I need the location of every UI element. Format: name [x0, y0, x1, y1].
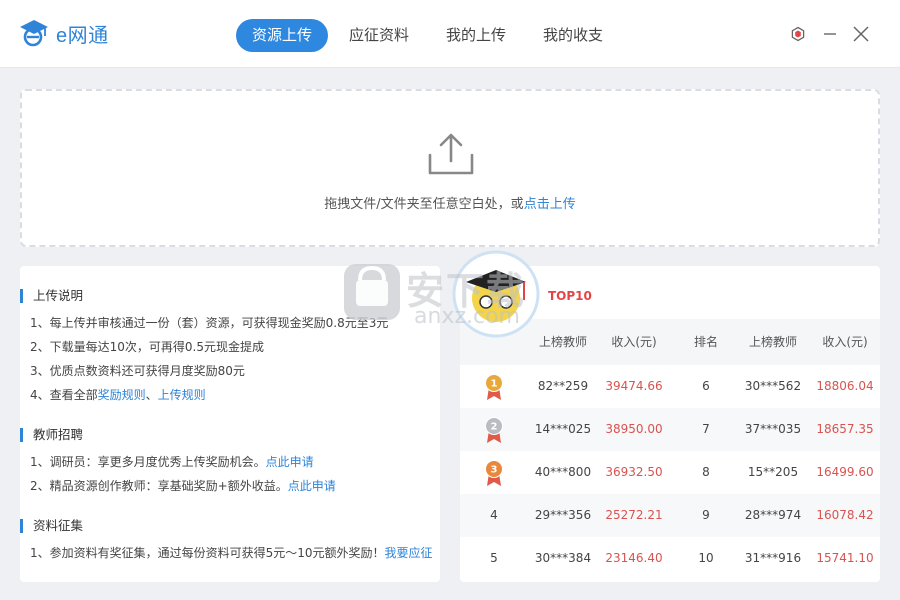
section-title: 资料征集 [20, 519, 83, 533]
info-text: 1、每上传并审核通过一份（套）资源，可获得现金奖励0.8元至3元 [30, 316, 389, 330]
income-cell: 36932.50 [605, 465, 663, 479]
info-line: 4、查看全部奖励规则、上传规则 [30, 386, 206, 403]
click-upload-link[interactable]: 点击上传 [524, 197, 576, 212]
minimize-icon[interactable] [820, 24, 840, 44]
income-cell: 15741.10 [816, 551, 874, 565]
info-text: 4、查看全部 [30, 388, 98, 402]
upload-hint-text: 拖拽文件/文件夹至任意空白处，或 [324, 197, 524, 212]
tab-4[interactable]: 我的收支 [527, 19, 619, 52]
info-link[interactable]: 点此申请 [266, 455, 314, 469]
info-text: 1、参加资料有奖征集，通过每份资料可获得5元～10元额外奖励！ [30, 546, 385, 560]
upload-hint: 拖拽文件/文件夹至任意空白处，或点击上传 [22, 193, 878, 212]
rank-number: 10 [698, 551, 714, 565]
link-separator: 、 [145, 388, 158, 402]
tab-1[interactable]: 资源上传 [236, 19, 329, 52]
ranking-row: 2 14***025 38950.00 7 37***035 18657.35 [460, 408, 880, 451]
section-title: 上传说明 [20, 289, 83, 303]
section-title: 教师招聘 [20, 428, 83, 442]
ranking-row: 5 30***384 23146.40 10 31***916 15741.10 [460, 537, 880, 580]
teacher-cell: 29***356 [534, 508, 592, 522]
teacher-cell: 31***916 [744, 551, 802, 565]
info-text: 3、优质点数资料还可获得月度奖励80元 [30, 364, 245, 378]
income-cell: 18657.35 [816, 422, 874, 436]
rank-number: 4 [490, 508, 498, 522]
teacher-cell: 82**259 [537, 379, 589, 393]
ranking-row: 1 82**259 39474.66 6 30***562 18806.04 [460, 365, 880, 408]
watermark-sub: anxz.com [414, 304, 520, 329]
app-name: e网通 [56, 24, 109, 47]
tab-2[interactable]: 应征资料 [333, 19, 425, 52]
upload-icon [426, 131, 476, 177]
medal-icon: 2 [484, 416, 504, 444]
income-cell: 18806.04 [816, 379, 874, 393]
income-cell: 16499.60 [816, 465, 874, 479]
info-line: 3、优质点数资料还可获得月度奖励80元 [30, 362, 245, 379]
svg-text:2: 2 [491, 422, 498, 433]
header-rank: 排名 [693, 335, 718, 349]
income-cell: 38950.00 [605, 422, 663, 436]
income-cell: 25272.21 [605, 508, 663, 522]
teacher-cell: 30***384 [534, 551, 592, 565]
info-text: 2、下载量每达10次，可再得0.5元现金提成 [30, 340, 264, 354]
title-bar: e网通 资源上传 应征资料 我的上传 我的收支 [0, 0, 900, 68]
hexagon-icon[interactable] [788, 24, 808, 44]
rank-number: 8 [702, 465, 710, 479]
info-line: 1、每上传并审核通过一份（套）资源，可获得现金奖励0.8元至3元 [30, 314, 388, 331]
upload-drop-zone[interactable]: 拖拽文件/文件夹至任意空白处，或点击上传 [20, 89, 880, 247]
income-cell: 39474.66 [605, 379, 663, 393]
info-text: 2、精品资源创作教师：享基础奖励+额外收益。 [30, 479, 288, 493]
ranking-row: 4 29***356 25272.21 9 28***974 16078.42 [460, 494, 880, 537]
info-line: 1、调研员：享更多月度优秀上传奖励机会。点此申请 [30, 453, 314, 470]
info-text: 1、调研员：享更多月度优秀上传奖励机会。 [30, 455, 266, 469]
ranking-row: 3 40***800 36932.50 8 15**205 16499.60 [460, 451, 880, 494]
header-teacher: 上榜教师 [748, 335, 797, 349]
info-line: 2、精品资源创作教师：享基础奖励+额外收益。点此申请 [30, 477, 336, 494]
info-line: 2、下载量每达10次，可再得0.5元现金提成 [30, 338, 264, 355]
info-link[interactable]: 我要应征 [385, 546, 433, 560]
info-link[interactable]: 上传规则 [158, 388, 206, 402]
header-income: 收入(元) [822, 335, 868, 349]
main-nav: 资源上传 应征资料 我的上传 我的收支 [236, 19, 624, 52]
svg-text:3: 3 [491, 465, 498, 476]
app-logo: e网通 [18, 18, 109, 48]
close-icon[interactable] [851, 24, 871, 44]
info-link[interactable]: 奖励规则 [98, 388, 146, 402]
rank-number: 6 [702, 379, 710, 393]
teacher-cell: 28***974 [744, 508, 802, 522]
logo-mark-icon [18, 18, 50, 48]
teacher-cell: 30***562 [744, 379, 802, 393]
info-line: 1、参加资料有奖征集，通过每份资料可获得5元～10元额外奖励！我要应征 [30, 544, 433, 561]
medal-icon: 1 [484, 373, 504, 401]
tab-3[interactable]: 我的上传 [430, 19, 522, 52]
teacher-cell: 37***035 [744, 422, 802, 436]
rank-number: 5 [490, 551, 498, 565]
svg-text:1: 1 [491, 379, 498, 390]
rank-number: 7 [702, 422, 710, 436]
teacher-cell: 14***025 [534, 422, 592, 436]
info-link[interactable]: 点此申请 [288, 479, 336, 493]
teacher-cell: 40***800 [534, 465, 592, 479]
teacher-cell: 15**205 [747, 465, 799, 479]
header-income: 收入(元) [611, 335, 657, 349]
income-cell: 23146.40 [605, 551, 663, 565]
income-cell: 16078.42 [816, 508, 874, 522]
medal-icon: 3 [484, 459, 504, 487]
rank-number: 9 [702, 508, 710, 522]
watermark: 安下载 anxz.com [340, 250, 570, 350]
